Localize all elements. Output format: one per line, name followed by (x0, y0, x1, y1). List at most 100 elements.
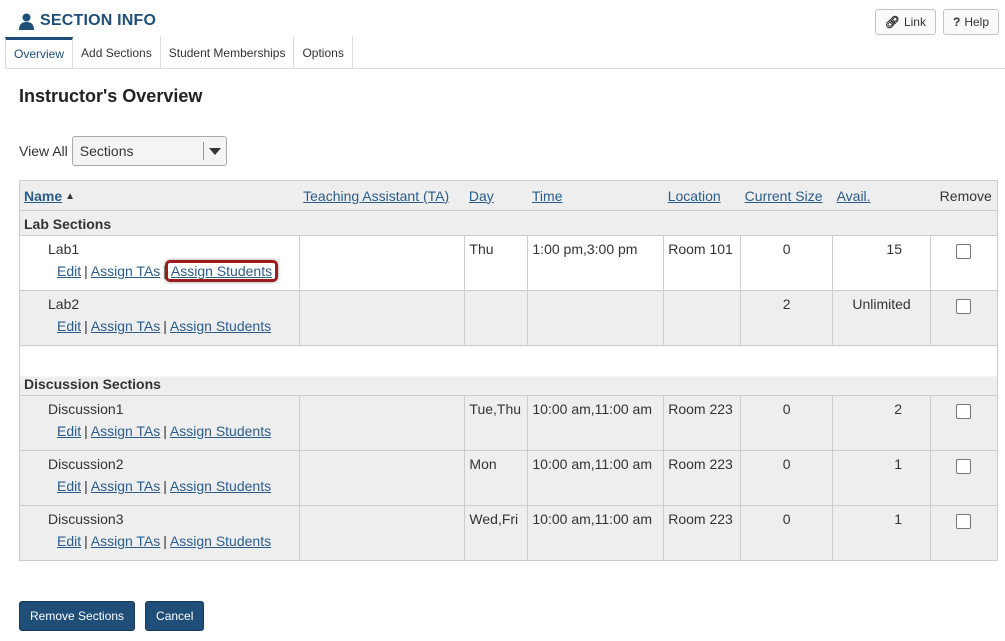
separator: | (84, 318, 88, 334)
remove-checkbox[interactable] (956, 459, 972, 474)
table-row: Lab1 Edit | Assign TAs | Assign Students Thu 1:… (19, 235, 999, 291)
sort-ascending-icon: ▲︎ (65, 191, 76, 203)
tool-title-text: SECTION INFO (40, 12, 157, 29)
assign-tas-link[interactable]: Assign TAs (91, 423, 161, 439)
remove-checkbox[interactable] (956, 244, 972, 259)
current-size-cell: 0 (740, 450, 834, 506)
section-name: Discussion1 (48, 401, 124, 417)
assign-students-link[interactable]: Assign Students (170, 318, 271, 334)
day-cell: Wed,Fri (464, 505, 529, 561)
remove-cell (929, 235, 999, 291)
assign-tas-link[interactable]: Assign TAs (91, 533, 161, 549)
separator: | (84, 478, 88, 494)
col-current-size[interactable]: Current Size (740, 180, 833, 211)
section-name: Discussion3 (48, 511, 124, 527)
col-ta-link[interactable]: Teaching Assistant (TA) (303, 188, 449, 204)
question-icon: ? (952, 15, 961, 29)
section-actions: Edit | Assign TAs | Assign Students (48, 260, 299, 282)
group-row: Lab Sections (19, 210, 998, 236)
link-button[interactable]: 🔗︎ Link (874, 9, 936, 35)
col-time[interactable]: Time (527, 180, 664, 211)
assign-tas-link[interactable]: Assign TAs (91, 263, 161, 279)
assign-students-link[interactable]: Assign Students (170, 478, 271, 494)
assign-students-link[interactable]: Assign Students (170, 423, 271, 439)
table-row: Discussion3 Edit | Assign TAs | Assign Studen… (19, 505, 999, 561)
group-title: Lab Sections (19, 210, 998, 236)
time-cell: 10:00 am,11:00 am (527, 450, 665, 506)
col-time-link[interactable]: Time (532, 188, 563, 204)
col-day[interactable]: Day (464, 180, 528, 211)
time-cell: 10:00 am,11:00 am (527, 395, 665, 451)
section-name-cell: Discussion1 Edit | Assign TAs | Assign Studen… (19, 395, 300, 451)
section-name-cell: Discussion3 Edit | Assign TAs | Assign Studen… (19, 505, 300, 561)
col-location[interactable]: Location (663, 180, 741, 211)
col-location-link[interactable]: Location (668, 188, 721, 204)
ta-cell (298, 235, 466, 291)
tab-student-memberships[interactable]: Student Memberships (160, 37, 295, 68)
edit-link[interactable]: Edit (57, 423, 81, 439)
col-name[interactable]: Name ▲︎ (19, 180, 300, 211)
edit-link[interactable]: Edit (57, 533, 81, 549)
view-select-value: Sections (79, 143, 134, 159)
avail-cell: 2 (832, 395, 931, 451)
col-remove-label: Remove (939, 187, 992, 204)
view-filter: View All Sections (19, 136, 227, 166)
page-title: Instructor's Overview (19, 86, 203, 106)
location-cell: Room 223 (663, 450, 742, 506)
view-select[interactable]: Sections (71, 136, 227, 166)
remove-checkbox[interactable] (956, 404, 972, 419)
separator: | (163, 478, 167, 494)
user-icon (19, 13, 34, 30)
col-avail[interactable]: Avail. (832, 180, 931, 211)
tab-overview[interactable]: Overview (5, 37, 74, 68)
link-icon: 🔗︎ (884, 15, 900, 29)
current-size-cell: 0 (740, 235, 834, 291)
remove-sections-button[interactable]: Remove Sections (19, 601, 136, 631)
location-cell: Room 101 (663, 235, 742, 291)
day-cell (464, 290, 529, 346)
day-cell: Tue,Thu (464, 395, 529, 451)
current-size-cell: 2 (740, 290, 834, 346)
table-row: Lab2 Edit | Assign TAs | Assign Students 2 Unli… (19, 290, 999, 346)
time-cell (527, 290, 665, 346)
edit-link[interactable]: Edit (57, 318, 81, 334)
section-actions: Edit | Assign TAs | Assign Students (48, 478, 299, 494)
assign-students-link[interactable]: Assign Students (164, 260, 279, 282)
assign-tas-link[interactable]: Assign TAs (91, 318, 161, 334)
group-row: Discussion Sections (19, 345, 998, 396)
separator: | (84, 533, 88, 549)
col-avail-link[interactable]: Avail. (837, 188, 871, 204)
day-cell: Mon (464, 450, 529, 506)
current-size-cell: 0 (740, 505, 834, 561)
avail-cell: 1 (832, 505, 931, 561)
current-size-cell: 0 (740, 395, 834, 451)
remove-cell (929, 450, 999, 506)
remove-checkbox[interactable] (956, 299, 972, 314)
section-name-cell: Discussion2 Edit | Assign TAs | Assign Studen… (19, 450, 300, 506)
assign-tas-link[interactable]: Assign TAs (91, 478, 161, 494)
tab-options[interactable]: Options (294, 37, 353, 68)
time-cell: 10:00 am,11:00 am (527, 505, 665, 561)
chevron-down-icon (204, 147, 226, 155)
cancel-button[interactable]: Cancel (145, 601, 205, 631)
assign-students-link[interactable]: Assign Students (170, 533, 271, 549)
col-ta[interactable]: Teaching Assistant (TA) (299, 180, 465, 211)
section-name: Discussion2 (48, 456, 124, 472)
col-current-size-link[interactable]: Current Size (745, 188, 823, 204)
table-row: Discussion2 Edit | Assign TAs | Assign Studen… (19, 450, 999, 506)
section-actions: Edit | Assign TAs | Assign Students (48, 533, 299, 549)
tab-bar: Overview Add Sections Student Membership… (5, 37, 1005, 69)
help-button[interactable]: ? Help (942, 9, 999, 35)
section-actions: Edit | Assign TAs | Assign Students (48, 318, 299, 334)
avail-cell: 15 (832, 235, 931, 291)
separator: | (84, 263, 88, 279)
remove-checkbox[interactable] (956, 514, 972, 529)
ta-cell (298, 450, 466, 506)
edit-link[interactable]: Edit (57, 263, 81, 279)
edit-link[interactable]: Edit (57, 478, 81, 494)
day-cell: Thu (464, 235, 529, 291)
tab-add-sections[interactable]: Add Sections (73, 37, 161, 68)
col-day-link[interactable]: Day (469, 188, 494, 204)
tool-title: SECTION INFO (19, 10, 156, 32)
col-name-link[interactable]: Name (24, 188, 62, 204)
